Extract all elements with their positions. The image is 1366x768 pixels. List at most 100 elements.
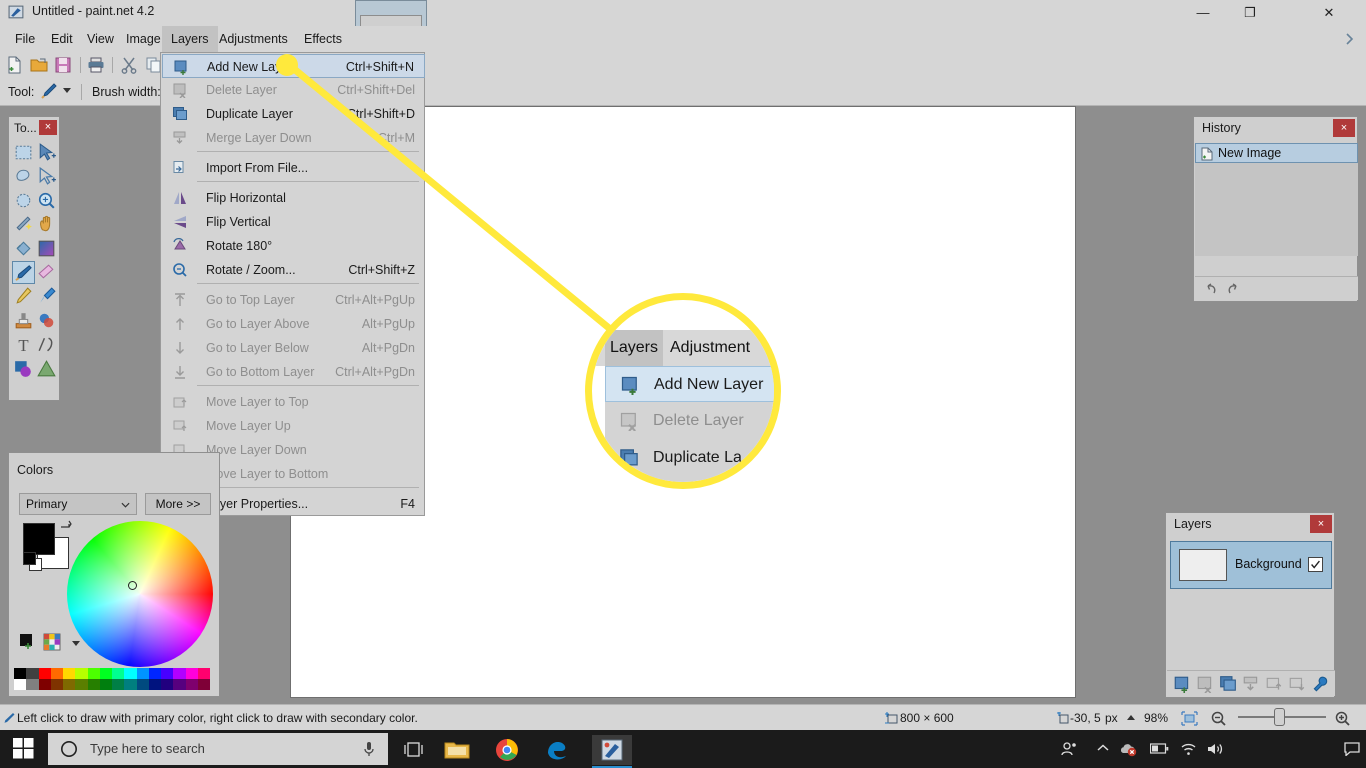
- primary-mini-swatch[interactable]: [23, 552, 36, 565]
- palette-swatch[interactable]: [63, 668, 76, 679]
- zoom-in-icon[interactable]: [1334, 710, 1351, 727]
- close-button[interactable]: ✕: [1306, 0, 1352, 26]
- open-folder-icon[interactable]: [30, 56, 48, 74]
- more-colors-button[interactable]: More >>: [145, 493, 211, 515]
- palette-swatch[interactable]: [75, 668, 88, 679]
- palette-swatch[interactable]: [14, 679, 27, 690]
- palette-swatch[interactable]: [75, 679, 88, 690]
- print-icon[interactable]: [87, 56, 105, 74]
- palette-swatch[interactable]: [38, 679, 51, 690]
- tool-paint-bucket[interactable]: [12, 237, 35, 260]
- cut-icon[interactable]: [120, 56, 138, 74]
- add-layer-icon[interactable]: [1173, 675, 1191, 693]
- tool-eraser[interactable]: [35, 261, 58, 284]
- palette-row-dark[interactable]: [14, 679, 210, 690]
- duplicate-layer-icon[interactable]: [1219, 675, 1237, 693]
- new-file-icon[interactable]: [6, 56, 24, 74]
- tool-recolor[interactable]: [35, 309, 58, 332]
- palette-swatch[interactable]: [161, 679, 174, 690]
- paintbrush-icon[interactable]: [40, 82, 58, 100]
- palette-swatch[interactable]: [173, 668, 186, 679]
- minimize-button[interactable]: —: [1180, 0, 1226, 26]
- palette-swatch[interactable]: [173, 679, 186, 690]
- menu-item-rotate-180[interactable]: Rotate 180°: [162, 234, 425, 258]
- palette-icon[interactable]: [43, 633, 61, 651]
- taskbar-file-explorer-icon[interactable]: [437, 735, 477, 765]
- taskbar-edge-icon[interactable]: [537, 735, 577, 765]
- menu-item-rotate-zoom[interactable]: Rotate / Zoom... Ctrl+Shift+Z: [162, 258, 425, 282]
- palette-swatch[interactable]: [87, 668, 100, 679]
- menu-effects[interactable]: Effects: [295, 26, 351, 52]
- palette-swatch[interactable]: [26, 679, 39, 690]
- move-layer-down-icon[interactable]: [1288, 675, 1306, 693]
- unit-caret-icon[interactable]: [1127, 715, 1135, 720]
- menu-item-go-to-top-layer[interactable]: Go to Top Layer Ctrl+Alt+PgUp: [162, 288, 425, 312]
- palette-swatch[interactable]: [197, 668, 210, 679]
- tool-ellipse-select[interactable]: [12, 189, 35, 212]
- zoom-out-icon[interactable]: [1210, 710, 1227, 727]
- menu-item-flip-vertical[interactable]: Flip Vertical: [162, 210, 425, 234]
- tool-text[interactable]: T: [12, 333, 35, 356]
- magnified-menu-layers[interactable]: Layers: [605, 330, 663, 366]
- palette-swatch[interactable]: [136, 668, 149, 679]
- palette-swatch[interactable]: [148, 679, 161, 690]
- magnified-item-duplicate-layer[interactable]: Duplicate La: [605, 440, 774, 476]
- palette-swatch[interactable]: [38, 668, 51, 679]
- layer-properties-icon[interactable]: [1311, 675, 1329, 693]
- search-input[interactable]: Type here to search: [48, 733, 388, 765]
- menu-item-go-to-layer-below[interactable]: Go to Layer Below Alt+PgDn: [162, 336, 425, 360]
- palette-swatch[interactable]: [136, 679, 149, 690]
- task-view-icon[interactable]: [404, 741, 425, 758]
- color-mode-dropdown[interactable]: Primary: [19, 493, 137, 515]
- palette-swatch[interactable]: [185, 679, 198, 690]
- tool-clone-stamp[interactable]: [12, 309, 35, 332]
- palette-swatch[interactable]: [87, 679, 100, 690]
- palette-swatch[interactable]: [185, 668, 198, 679]
- history-list[interactable]: [1195, 163, 1358, 256]
- palette-swatch[interactable]: [63, 679, 76, 690]
- palette-swatch[interactable]: [50, 679, 63, 690]
- palette-swatch[interactable]: [124, 679, 137, 690]
- tool-triangle-shape[interactable]: [35, 357, 58, 380]
- tools-panel-close[interactable]: ×: [39, 120, 57, 135]
- palette-swatch[interactable]: [26, 668, 39, 679]
- tool-paintbrush[interactable]: [12, 261, 35, 284]
- menu-item-delete-layer[interactable]: Delete Layer Ctrl+Shift+Del: [162, 78, 425, 102]
- tool-magic-wand[interactable]: [12, 213, 35, 236]
- undo-icon[interactable]: [1203, 281, 1219, 297]
- microphone-icon[interactable]: [362, 741, 376, 757]
- tool-pencil[interactable]: [12, 285, 35, 308]
- palette-swatch[interactable]: [112, 679, 125, 690]
- tool-line-curve[interactable]: [35, 333, 58, 356]
- palette-swatch[interactable]: [99, 679, 112, 690]
- merge-layer-down-icon[interactable]: [1242, 675, 1260, 693]
- palette-swatch[interactable]: [161, 668, 174, 679]
- tool-gradient[interactable]: [35, 237, 58, 260]
- wifi-icon[interactable]: [1180, 742, 1197, 756]
- palette-row-light[interactable]: [14, 668, 210, 679]
- swap-colors-icon[interactable]: [59, 518, 73, 532]
- tool-dropdown-caret[interactable]: [63, 88, 71, 93]
- layer-row-background[interactable]: Background: [1170, 541, 1332, 589]
- primary-color-swatch[interactable]: [23, 523, 55, 555]
- action-center-icon[interactable]: [1344, 742, 1360, 756]
- menu-item-go-to-bottom-layer[interactable]: Go to Bottom Layer Ctrl+Alt+PgDn: [162, 360, 425, 384]
- tool-pan-hand[interactable]: [35, 213, 58, 236]
- palette-swatch[interactable]: [14, 668, 27, 679]
- palette-swatch[interactable]: [197, 679, 210, 690]
- onedrive-error-icon[interactable]: [1120, 741, 1137, 757]
- menu-adjustments[interactable]: Adjustments: [210, 26, 297, 52]
- menu-item-flip-horizontal[interactable]: Flip Horizontal: [162, 186, 425, 210]
- palette-swatch[interactable]: [112, 668, 125, 679]
- chevron-up-icon[interactable]: [1096, 743, 1110, 753]
- menu-file[interactable]: File: [6, 26, 44, 52]
- palette-swatch[interactable]: [148, 668, 161, 679]
- layers-panel-close[interactable]: ×: [1310, 515, 1332, 533]
- magnified-item-add-new-layer[interactable]: Add New Layer: [605, 366, 774, 402]
- tool-rectangle-select[interactable]: [12, 141, 35, 164]
- tool-move-selection[interactable]: [35, 165, 58, 188]
- move-layer-up-icon[interactable]: [1265, 675, 1283, 693]
- color-wheel-cursor[interactable]: [128, 581, 137, 590]
- tool-shapes[interactable]: [12, 357, 35, 380]
- delete-layer-icon[interactable]: [1196, 675, 1214, 693]
